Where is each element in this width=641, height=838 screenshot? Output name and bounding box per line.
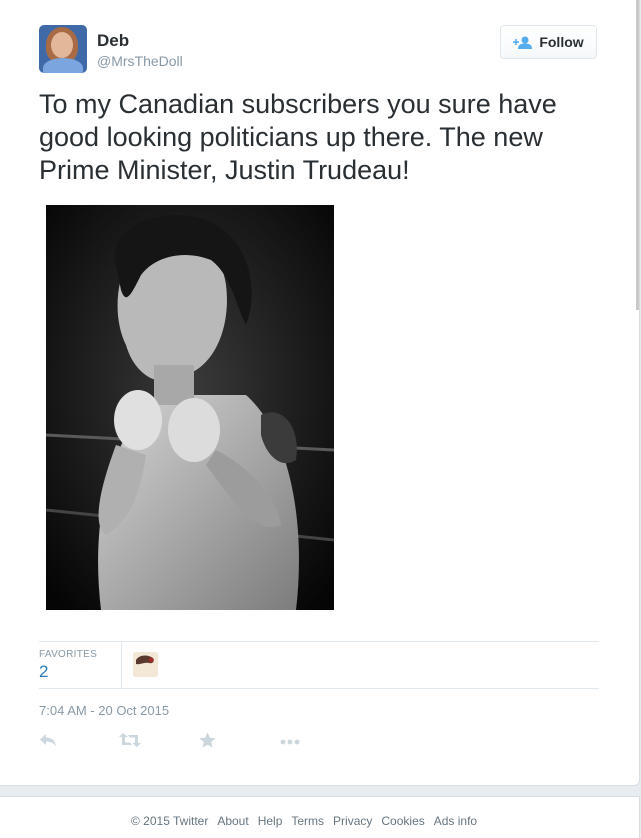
tweet-timestamp[interactable]: 7:04 AM - 20 Oct 2015 [39, 703, 169, 718]
reply-button[interactable] [39, 732, 57, 753]
footer-link-about[interactable]: About [217, 814, 248, 828]
footer-link-help[interactable]: Help [258, 814, 283, 828]
more-button[interactable] [280, 732, 300, 753]
footer: © 2015 Twitter About Help Terms Privacy … [0, 796, 640, 838]
retweet-icon [119, 733, 141, 747]
divider [121, 641, 122, 688]
footer-link-privacy[interactable]: Privacy [333, 814, 372, 828]
tweet-text: To my Canadian subscribers you sure have… [39, 89, 557, 185]
footer-copyright: © 2015 Twitter [131, 814, 209, 828]
favorite-star-icon [199, 732, 216, 748]
favorites-label: FAVORITES [39, 649, 98, 660]
more-dots-icon [280, 739, 300, 745]
tweet-card: Deb @MrsTheDoll Follow To my Canadian su… [0, 0, 640, 786]
user-name[interactable]: Deb [97, 31, 129, 51]
scrollbar[interactable] [636, 0, 639, 310]
favorite-button[interactable] [199, 732, 216, 753]
favoriter-avatar[interactable] [133, 652, 158, 677]
tweet-photo[interactable] [46, 205, 334, 610]
footer-links: © 2015 Twitter About Help Terms Privacy … [131, 814, 477, 828]
divider [39, 641, 599, 642]
follow-button[interactable]: Follow [500, 25, 597, 59]
footer-link-ads-info[interactable]: Ads info [434, 814, 477, 828]
divider [39, 688, 599, 689]
photo-black-and-white [46, 205, 334, 610]
avatar[interactable] [39, 25, 87, 73]
user-handle[interactable]: @MrsTheDoll [97, 53, 183, 69]
retweet-button[interactable] [119, 732, 141, 753]
follow-label: Follow [539, 34, 584, 50]
reply-icon [40, 734, 56, 746]
footer-link-cookies[interactable]: Cookies [381, 814, 424, 828]
add-user-icon [513, 36, 533, 49]
favorites-count[interactable]: 2 [39, 662, 48, 682]
footer-link-terms[interactable]: Terms [291, 814, 324, 828]
